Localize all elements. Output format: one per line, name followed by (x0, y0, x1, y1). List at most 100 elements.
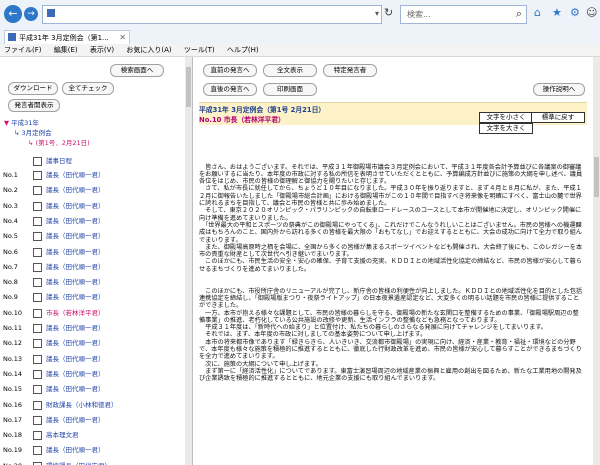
speaker-row[interactable]: No.14 議長（田代順一君） (0, 367, 180, 381)
help-button[interactable]: 操作説明へ (533, 83, 585, 96)
refresh-icon[interactable]: ↻ (384, 6, 393, 19)
speaker-row[interactable]: No.11 議長（田代順一君） (0, 321, 180, 335)
speaker-checkbox[interactable] (33, 232, 42, 242)
tree-session[interactable]: ↳ 3月定例会 (14, 128, 52, 138)
prev-speech-button[interactable]: 直前の発言へ (203, 64, 257, 77)
chevron-down-icon[interactable]: ▾ (375, 9, 379, 18)
forward-icon[interactable]: → (24, 7, 38, 21)
speaker-link[interactable]: 議長（田代順一君） (46, 199, 105, 213)
tab-current[interactable]: 平成31年 3月定例会（第1... ✕ (4, 30, 130, 44)
search-input[interactable]: 検索... (407, 9, 431, 20)
speaker-link[interactable]: 環境課長（田代宏君） (46, 459, 111, 465)
left-scrollbar[interactable] (185, 57, 192, 465)
gear-icon[interactable]: ⚙ (570, 6, 580, 19)
speaker-checkbox[interactable] (33, 446, 42, 456)
speaker-row[interactable]: No.7 議長（田代順一君） (0, 260, 180, 274)
speaker-row[interactable]: No.18 高本理文君 (0, 428, 180, 442)
speaker-row[interactable]: No.17 議長（田代順一君） (0, 413, 180, 427)
speaker-link[interactable]: 議長（田代順一君） (46, 367, 105, 381)
speaker-checkbox[interactable] (33, 216, 42, 226)
speaker-row[interactable]: No.15 議長（田代順一君） (0, 382, 180, 396)
menu-tools[interactable]: ツール(T) (184, 46, 215, 54)
speaker-checkbox[interactable] (33, 293, 42, 303)
speaker-checkbox[interactable] (33, 339, 42, 349)
speaker-link[interactable]: 議長（田代順一君） (46, 168, 105, 182)
speaker-checkbox[interactable] (33, 247, 42, 257)
speaker-row[interactable]: No.8 議長（田代順一君） (0, 275, 180, 289)
smiley-icon[interactable]: ☺ (586, 6, 597, 19)
speaker-row[interactable]: No.3 議長（田代順一君） (0, 199, 180, 213)
speaker-checkbox[interactable] (33, 431, 42, 441)
search-screen-button[interactable]: 検索画面へ (110, 64, 164, 77)
speaker-checkbox[interactable] (33, 415, 42, 425)
menu-favorites[interactable]: お気に入り(A) (126, 46, 171, 54)
speaker-link[interactable]: 議長（田代順一君） (46, 183, 105, 197)
speaker-checkbox[interactable] (33, 186, 42, 196)
speaker-checkbox[interactable] (33, 369, 42, 379)
speaker-link[interactable]: 議長（田代順一君） (46, 275, 105, 289)
speaker-link[interactable]: 議長（田代順一君） (46, 214, 105, 228)
speaker-checkbox[interactable] (33, 400, 42, 410)
font-larger-button[interactable]: 文字を大きく (479, 123, 533, 134)
agenda-checkbox[interactable] (33, 157, 42, 166)
speaker-link[interactable]: 議長（田代順一君） (46, 382, 105, 396)
speaker-link[interactable]: 議長（田代順一君） (46, 336, 105, 350)
speaker-checkbox[interactable] (33, 308, 42, 318)
download-button[interactable]: ダウンロード (8, 82, 58, 95)
speaker-row[interactable]: No.6 議長（田代順一君） (0, 245, 180, 259)
speaker-row[interactable]: No.2 議長（田代順一君） (0, 183, 180, 197)
back-icon[interactable]: ← (4, 5, 22, 23)
search-box[interactable]: 検索... ⌕ (400, 5, 527, 24)
speaker-row[interactable]: No.10 市長（若林洋平君） (0, 306, 180, 320)
speaker-checkbox[interactable] (33, 262, 42, 272)
tree-year[interactable]: ▼ 平成31年 (4, 118, 39, 128)
right-scrollbar[interactable] (593, 57, 600, 465)
search-icon[interactable]: ⌕ (516, 7, 522, 21)
font-smaller-button[interactable]: 文字を小さく (479, 112, 533, 123)
home-icon[interactable]: ⌂ (534, 6, 541, 19)
speaker-row[interactable]: No.5 議長（田代順一君） (0, 229, 180, 243)
speaker-link[interactable]: 市長（若林洋平君） (46, 306, 105, 320)
agenda-row[interactable]: 議事日程 (0, 154, 180, 168)
speaker-link[interactable]: 議長（田代順一君） (46, 443, 105, 457)
speaker-checkbox[interactable] (33, 385, 42, 395)
speaker-checkbox[interactable] (33, 201, 42, 211)
speaker-row[interactable]: No.9 議長（田代順一君） (0, 290, 180, 304)
agenda-label[interactable]: 議事日程 (46, 154, 72, 168)
specific-speaker-button[interactable]: 特定発言者 (323, 64, 377, 77)
menu-edit[interactable]: 編集(E) (54, 46, 78, 54)
speaker-checkbox[interactable] (33, 171, 42, 180)
speaker-link[interactable]: 議長（田代順一君） (46, 321, 105, 335)
menu-file[interactable]: ファイル(F) (4, 46, 42, 54)
speaker-row[interactable]: No.4 議長（田代順一君） (0, 214, 180, 228)
left-scrollbar-thumb[interactable] (186, 67, 191, 107)
menu-help[interactable]: ヘルプ(H) (227, 46, 259, 54)
speaker-link[interactable]: 議長（田代順一君） (46, 245, 105, 259)
print-button[interactable]: 印刷画面 (263, 83, 317, 96)
menu-view[interactable]: 表示(V) (90, 46, 114, 54)
speaker-row[interactable]: No.19 議長（田代順一君） (0, 443, 180, 457)
speaker-link[interactable]: 高本理文君 (46, 428, 79, 442)
speaker-link[interactable]: 議長（田代順一君） (46, 413, 105, 427)
speaker-row[interactable]: No.16 財政課長（小林和徳君） (0, 398, 180, 412)
speakers-button[interactable]: 発言者開表示 (8, 99, 60, 112)
tree-day[interactable]: ↳ (第1号．2月21日) (28, 138, 90, 148)
show-all-button[interactable]: 全文表示 (263, 64, 317, 77)
speaker-row[interactable]: No.1 議長（田代順一君） (0, 168, 180, 182)
favorites-star-icon[interactable]: ★ (552, 6, 562, 19)
speaker-link[interactable]: 議長（田代順一君） (46, 229, 105, 243)
next-speech-button[interactable]: 直後の発言へ (203, 83, 257, 96)
speaker-checkbox[interactable] (33, 354, 42, 364)
font-standard-button[interactable]: 標準に戻す (531, 112, 585, 123)
speaker-link[interactable]: 議長（田代順一君） (46, 290, 105, 304)
check-all-button[interactable]: 全てチェック (62, 82, 114, 95)
right-scrollbar-thumb[interactable] (594, 157, 599, 197)
speaker-checkbox[interactable] (33, 324, 42, 333)
speaker-row[interactable]: No.12 議長（田代順一君） (0, 336, 180, 350)
close-icon[interactable]: ✕ (119, 31, 126, 45)
speaker-checkbox[interactable] (33, 278, 42, 288)
speaker-link[interactable]: 財政課長（小林和徳君） (46, 398, 118, 412)
speaker-row[interactable]: No.13 議長（田代順一君） (0, 352, 180, 366)
speaker-row[interactable]: No.20 環境課長（田代宏君） (0, 459, 180, 465)
url-field[interactable]: ▾ (42, 5, 382, 24)
